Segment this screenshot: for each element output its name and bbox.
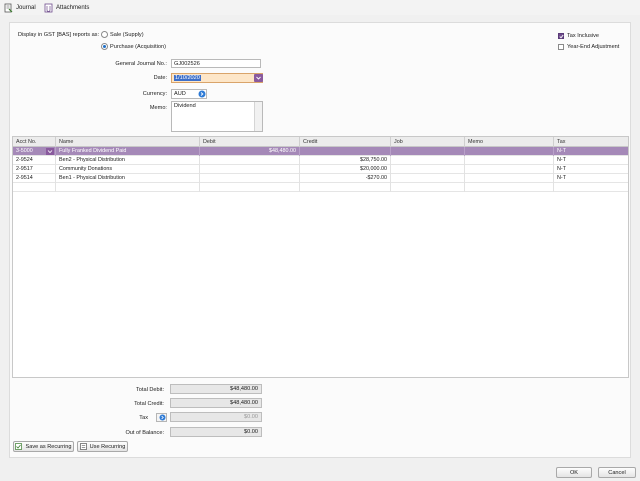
- acct-dropdown-button[interactable]: [46, 148, 54, 155]
- attachments-label: Attachments: [56, 4, 90, 11]
- col-credit[interactable]: Credit: [300, 137, 391, 147]
- cell-job[interactable]: [391, 156, 465, 165]
- cell-job[interactable]: [391, 174, 465, 183]
- col-acct-no[interactable]: Acct No.: [13, 137, 56, 147]
- radio-purchase[interactable]: [101, 43, 108, 50]
- gst-label: Display in GST [BAS] reports as:: [18, 32, 100, 38]
- journal-no-input[interactable]: GJ002526: [171, 59, 261, 68]
- cell-credit[interactable]: $28,750.00: [300, 156, 391, 165]
- date-label: Date:: [153, 75, 167, 81]
- table-header: Acct No. Name Debit Credit Job Memo Tax: [13, 137, 628, 147]
- radio-sale[interactable]: [101, 31, 108, 38]
- cell-job[interactable]: [391, 147, 465, 156]
- cell-debit[interactable]: [200, 165, 300, 174]
- cell-tax[interactable]: N-T: [554, 156, 628, 165]
- cell-debit[interactable]: [200, 174, 300, 183]
- currency-lookup-button[interactable]: [198, 90, 206, 98]
- date-input[interactable]: 1/10/2020: [171, 73, 263, 83]
- toolbar: Journal Attachments: [0, 0, 640, 15]
- col-debit[interactable]: Debit: [200, 137, 300, 147]
- journal-icon: [4, 3, 13, 13]
- out-of-balance-label: Out of Balance:: [125, 430, 164, 436]
- date-value: 1/10/2020: [174, 75, 201, 81]
- cell-name[interactable]: Ben1 - Physical Distribution: [56, 174, 200, 183]
- memo-textarea[interactable]: Dividend: [171, 101, 263, 132]
- currency-label: Currency:: [142, 91, 167, 97]
- chevron-down-icon: [47, 150, 53, 154]
- cell-acct[interactable]: [13, 183, 56, 192]
- out-of-balance-value: $0.00: [170, 427, 262, 437]
- save-as-recurring-label: Save as Recurring: [25, 443, 72, 450]
- table-row-empty[interactable]: [13, 183, 628, 192]
- ok-button[interactable]: OK: [556, 467, 592, 478]
- lookup-arrow-icon: [159, 414, 165, 421]
- use-recurring-icon: [79, 443, 87, 450]
- cell-credit[interactable]: -$270.00: [300, 174, 391, 183]
- total-credit-value: $48,480.00: [170, 398, 262, 408]
- cell-acct-value: 3-5000: [16, 148, 33, 154]
- cell-tax[interactable]: N-T: [554, 165, 628, 174]
- memo-label: Memo:: [149, 105, 167, 111]
- col-tax[interactable]: Tax: [554, 137, 628, 147]
- chevron-down-icon: [256, 76, 261, 80]
- use-recurring-label: Use Recurring: [89, 443, 126, 450]
- cell-credit[interactable]: $20,000.00: [300, 165, 391, 174]
- cell-name[interactable]: Fully Franked Dividend Paid: [56, 147, 200, 156]
- cell-name[interactable]: Community Donations: [56, 165, 200, 174]
- table-row[interactable]: 3-5000 Fully Franked Dividend Paid $48,4…: [13, 147, 628, 156]
- cell-memo[interactable]: [465, 174, 554, 183]
- cell-debit[interactable]: [200, 156, 300, 165]
- total-debit-value: $48,480.00: [170, 384, 262, 394]
- save-recurring-icon: [15, 443, 23, 450]
- tax-inclusive-label: Tax Inclusive: [567, 33, 600, 39]
- table-row[interactable]: 2-9514 Ben1 - Physical Distribution -$27…: [13, 174, 628, 183]
- total-credit-label: Total Credit:: [134, 401, 164, 407]
- attachments-tab[interactable]: Attachments: [44, 2, 89, 13]
- year-end-label: Year-End Adjustment: [567, 44, 620, 50]
- cell-tax[interactable]: [554, 183, 628, 192]
- use-recurring-button[interactable]: Use Recurring: [77, 441, 128, 452]
- cell-acct[interactable]: 2-9524: [13, 156, 56, 165]
- cell-memo[interactable]: [465, 165, 554, 174]
- radio-purchase-label[interactable]: Purchase (Acquisition): [110, 44, 166, 50]
- save-as-recurring-button[interactable]: Save as Recurring: [13, 441, 74, 452]
- cell-name[interactable]: Ben2 - Physical Distribution: [56, 156, 200, 165]
- cell-acct[interactable]: 2-9517: [13, 165, 56, 174]
- cell-memo[interactable]: [465, 147, 554, 156]
- cell-job[interactable]: [391, 183, 465, 192]
- cell-credit[interactable]: [300, 147, 391, 156]
- radio-sale-label[interactable]: Sale (Supply): [110, 32, 144, 38]
- tax-label: Tax: [139, 415, 148, 421]
- col-job[interactable]: Job: [391, 137, 465, 147]
- calendar-dropdown-button[interactable]: [254, 74, 263, 82]
- cell-name[interactable]: [56, 183, 200, 192]
- cell-tax[interactable]: N-T: [554, 174, 628, 183]
- journal-label: Journal: [16, 4, 36, 11]
- cell-memo[interactable]: [465, 183, 554, 192]
- cell-tax[interactable]: N-T: [554, 147, 628, 156]
- table-row[interactable]: 2-9524 Ben2 - Physical Distribution $28,…: [13, 156, 628, 165]
- memo-scrollbar[interactable]: [254, 102, 262, 131]
- cell-acct[interactable]: 2-9514: [13, 174, 56, 183]
- journal-no-label: General Journal No.:: [115, 61, 167, 67]
- col-name[interactable]: Name: [56, 137, 200, 147]
- journal-tab[interactable]: Journal: [4, 2, 36, 13]
- tax-lookup-button[interactable]: [156, 413, 167, 422]
- cell-credit[interactable]: [300, 183, 391, 192]
- table-row[interactable]: 2-9517 Community Donations $20,000.00 N-…: [13, 165, 628, 174]
- cancel-button[interactable]: Cancel: [598, 467, 636, 478]
- tax-value: $0.00: [170, 412, 262, 422]
- cell-job[interactable]: [391, 165, 465, 174]
- cell-memo[interactable]: [465, 156, 554, 165]
- journal-lines-table: Acct No. Name Debit Credit Job Memo Tax …: [12, 136, 629, 378]
- lookup-arrow-icon: [198, 90, 206, 98]
- tax-inclusive-checkbox[interactable]: [558, 33, 564, 39]
- cell-debit[interactable]: [200, 183, 300, 192]
- col-memo[interactable]: Memo: [465, 137, 554, 147]
- year-end-checkbox[interactable]: [558, 44, 564, 50]
- total-debit-label: Total Debit:: [136, 387, 164, 393]
- cell-debit[interactable]: $48,480.00: [200, 147, 300, 156]
- attachment-icon: [44, 3, 53, 13]
